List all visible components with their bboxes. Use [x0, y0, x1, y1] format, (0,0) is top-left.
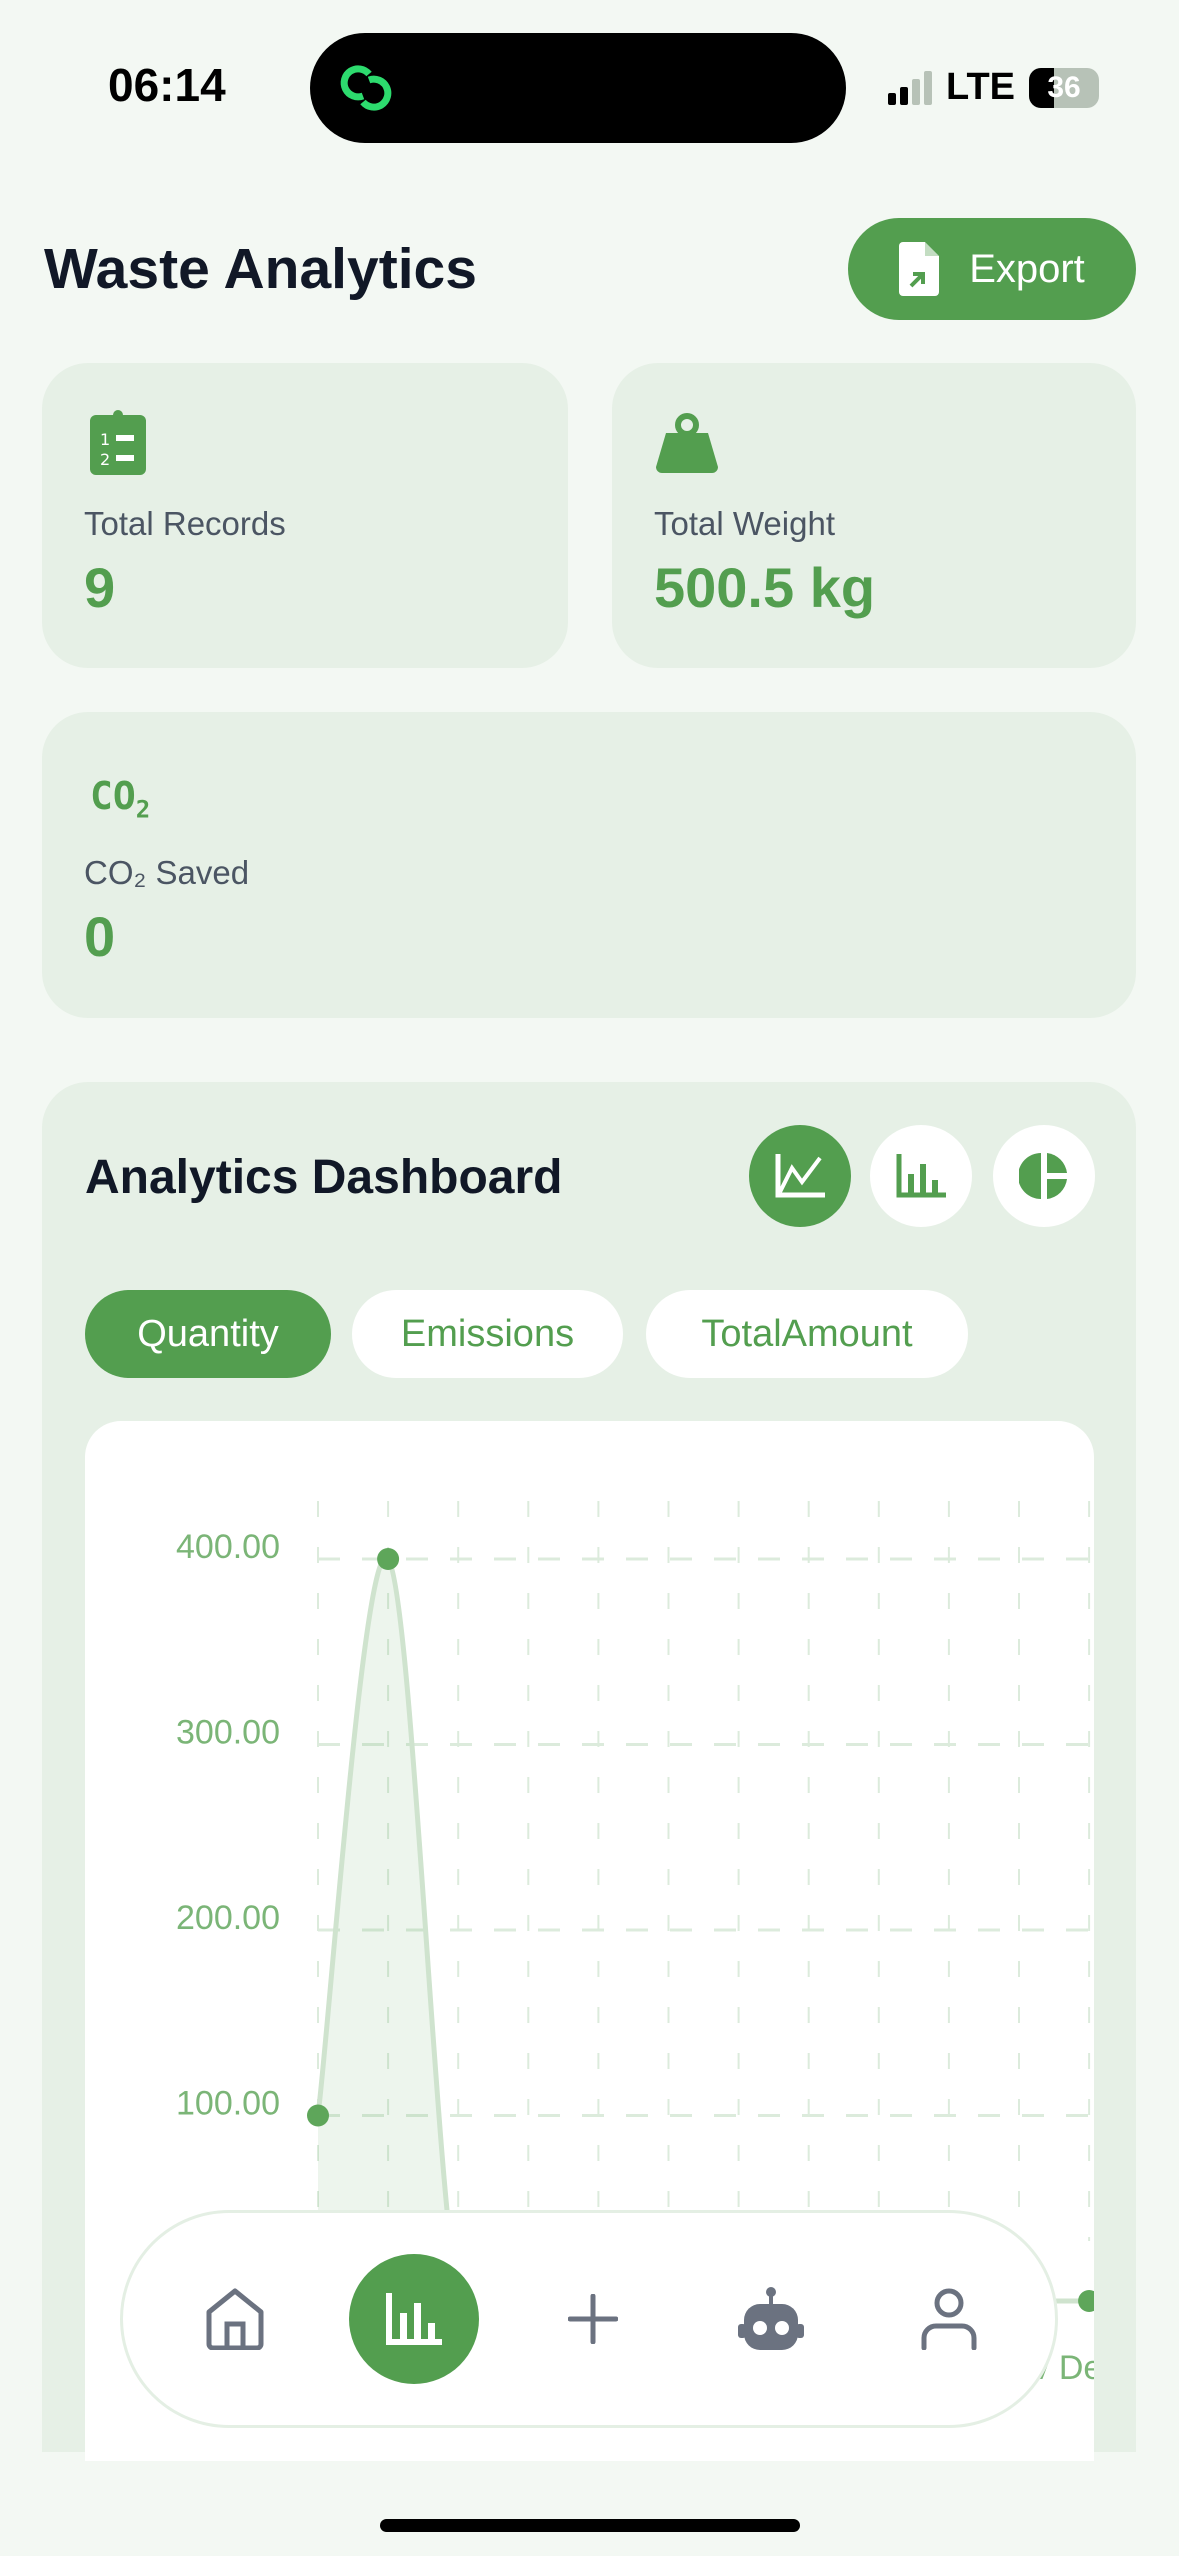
pie-chart-icon — [1019, 1153, 1067, 1199]
stat-card-co2-saved: CO2 CO₂ Saved 0 — [42, 712, 1136, 1018]
home-icon — [206, 2288, 264, 2350]
y-tick-label: 400.00 — [176, 1528, 280, 1566]
stat-card-total-records: 12 Total Records 9 — [42, 363, 568, 668]
active-indicator — [349, 2254, 479, 2384]
dashboard-title: Analytics Dashboard — [85, 1151, 563, 1204]
numbered-clipboard-icon: 12 — [90, 410, 146, 475]
file-export-icon — [899, 242, 940, 296]
stat-label: Total Records — [84, 505, 286, 542]
co2-icon: CO2 — [90, 774, 151, 824]
network-type: LTE — [946, 66, 1015, 108]
nav-profile[interactable] — [884, 2213, 1014, 2425]
data-point — [1078, 2290, 1094, 2312]
bar-chart-icon — [896, 1154, 946, 1198]
home-indicator[interactable] — [380, 2519, 800, 2532]
status-indicators: LTE 36 — [888, 66, 1099, 109]
stat-value: 0 — [84, 905, 116, 968]
metric-tab-totalamount[interactable]: TotalAmount — [646, 1290, 968, 1378]
bottom-nav — [120, 2210, 1058, 2428]
stat-card-total-weight: Total Weight 500.5 kg — [612, 363, 1136, 668]
status-time: 06:14 — [108, 59, 226, 111]
weight-icon — [656, 413, 718, 473]
y-tick-label: 100.00 — [176, 2085, 280, 2123]
y-tick-label: 300.00 — [176, 1714, 280, 1752]
assistant-robot-icon — [738, 2287, 804, 2350]
page-title: Waste Analytics — [44, 237, 477, 301]
bar-chart-button[interactable] — [870, 1125, 972, 1227]
svg-text:2: 2 — [100, 450, 110, 469]
metric-tab-emissions[interactable]: Emissions — [352, 1290, 623, 1378]
data-point — [377, 1548, 400, 1570]
stat-label: Total Weight — [654, 505, 835, 542]
export-label: Export — [969, 246, 1085, 291]
export-button[interactable]: Export — [848, 218, 1136, 320]
metric-tab-quantity[interactable]: Quantity — [85, 1290, 331, 1378]
add-icon — [568, 2294, 618, 2344]
battery-icon: 36 — [1029, 67, 1099, 108]
y-tick-label: 200.00 — [176, 1899, 280, 1937]
stat-value: 9 — [84, 556, 116, 619]
signal-icon — [888, 70, 933, 105]
svg-text:1: 1 — [100, 430, 110, 449]
battery-level: 36 — [1047, 70, 1081, 104]
dynamic-island — [310, 33, 846, 143]
nav-analytics[interactable] — [349, 2213, 479, 2425]
line-chart-icon — [775, 1154, 825, 1198]
profile-icon — [921, 2288, 977, 2350]
nav-assistant[interactable] — [706, 2213, 836, 2425]
line-chart-button[interactable] — [749, 1125, 851, 1227]
x-tick-label: Dec — [1059, 2349, 1094, 2387]
pie-chart-button[interactable] — [993, 1125, 1095, 1227]
nav-home[interactable] — [170, 2213, 300, 2425]
link-activity-icon — [340, 65, 392, 111]
stat-label: CO₂ Saved — [84, 854, 250, 891]
analytics-icon — [386, 2293, 442, 2345]
stat-value: 500.5 kg — [654, 556, 876, 619]
data-point — [307, 2104, 329, 2127]
nav-add[interactable] — [528, 2213, 658, 2425]
